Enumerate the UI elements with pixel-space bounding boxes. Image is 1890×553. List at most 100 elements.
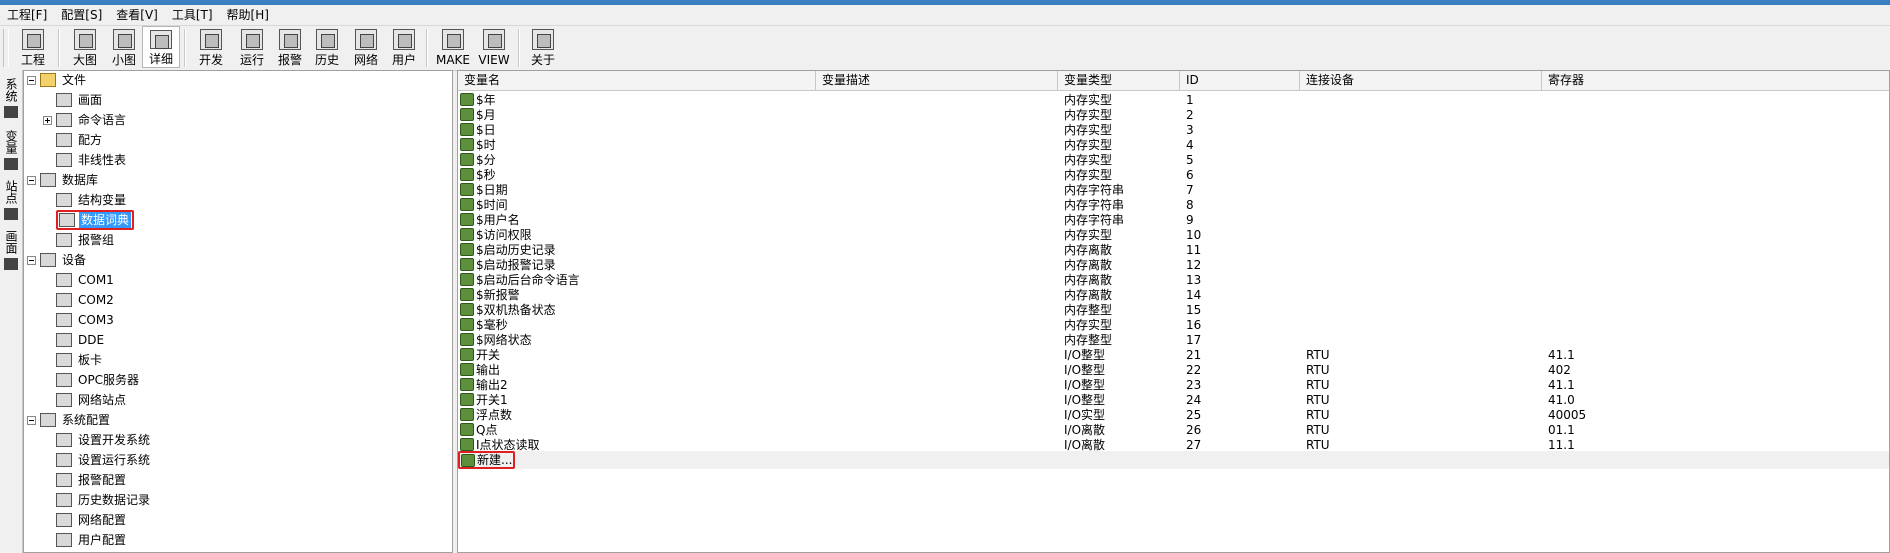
column-header-device[interactable]: 连接设备	[1300, 71, 1542, 90]
collapse-minus-icon[interactable]	[27, 75, 36, 85]
tree-item[interactable]: 非线性表	[43, 150, 128, 170]
tree-item[interactable]: 设备	[27, 250, 88, 270]
tree-item[interactable]: 报警配置	[43, 470, 128, 490]
project-icon	[22, 29, 44, 50]
variable-tag-icon	[460, 423, 474, 436]
variable-tag-icon	[460, 273, 474, 286]
tree-item-label: 数据库	[62, 173, 99, 187]
tree-item[interactable]: 历史数据记录	[43, 490, 152, 510]
tree-item[interactable]: 设置开发系统	[43, 430, 152, 450]
variable-name: $分	[476, 153, 496, 167]
nonlinear-table-icon	[56, 153, 72, 167]
run-icon	[241, 29, 263, 50]
toolbar-button-7[interactable]: 报警	[272, 26, 308, 68]
tree-item[interactable]: 网络站点	[43, 390, 128, 410]
toolbar-button-13[interactable]: 关于	[524, 26, 562, 68]
tree-item[interactable]: COM1	[43, 270, 116, 290]
toolbar-button-label: 开发	[198, 53, 223, 67]
toolbar-button-11[interactable]: MAKE	[432, 26, 474, 68]
tree-item[interactable]: 画面	[43, 90, 104, 110]
column-header-name[interactable]: 变量名	[458, 71, 816, 90]
tree-item-label: 设备	[62, 253, 87, 267]
menu-item[interactable]: 配置[S]	[54, 5, 109, 25]
variable-tag-icon	[460, 393, 474, 406]
toolbar-button-6[interactable]: 运行	[232, 26, 272, 68]
tree-item[interactable]: 报警组	[43, 230, 116, 250]
variable-tag-icon	[460, 198, 474, 211]
new-variable-label: 新建...	[477, 453, 513, 467]
tree-item[interactable]: 系统配置	[27, 410, 112, 430]
variable-tag-icon	[460, 243, 474, 256]
tree-item[interactable]: 设置运行系统	[43, 450, 152, 470]
side-tab-3[interactable]: 站点	[2, 180, 20, 220]
toolbar-button-12[interactable]: VIEW	[474, 26, 514, 68]
tree-item[interactable]: COM3	[43, 310, 116, 330]
column-header-description[interactable]: 变量描述	[816, 71, 1058, 90]
toolbar-button-4[interactable]: 详细	[142, 26, 180, 68]
dde-icon	[56, 333, 72, 347]
toolbar-button-9[interactable]: 网络	[346, 26, 386, 68]
collapse-minus-icon[interactable]	[27, 175, 36, 185]
toolbar-button-label: 报警	[277, 53, 302, 67]
small-icons-icon	[113, 29, 135, 50]
variable-tag-icon	[460, 408, 474, 421]
variable-tag-icon	[460, 318, 474, 331]
tree-item[interactable]: COM2	[43, 290, 116, 310]
large-icons-icon	[74, 29, 96, 50]
column-header-type[interactable]: 变量类型	[1058, 71, 1180, 90]
toolbar-button-8[interactable]: 历史	[308, 26, 346, 68]
side-tab-4[interactable]: 画面	[2, 230, 20, 270]
tree-item-label: 报警配置	[78, 473, 127, 487]
variable-name: $启动报警记录	[476, 258, 556, 272]
menu-item[interactable]: 查看[V]	[109, 5, 165, 25]
toolbar-button-2[interactable]: 大图	[64, 26, 106, 68]
new-variable-row[interactable]: 新建...	[458, 451, 1889, 469]
side-tab-1[interactable]: 系统	[2, 78, 20, 118]
history-record-icon	[56, 493, 72, 507]
tree-item[interactable]: 板卡	[43, 350, 104, 370]
menu-item[interactable]: 帮助[H]	[220, 5, 276, 25]
about-icon	[532, 29, 554, 50]
toolbar-button-5[interactable]: 开发	[190, 26, 232, 68]
toolbar-button-label: 历史	[314, 53, 339, 67]
toolbar-button-1[interactable]: 工程	[12, 26, 54, 68]
variable-name: Q点	[476, 423, 498, 437]
tree-item[interactable]: OPC服务器	[43, 370, 141, 390]
menu-item[interactable]: 工具[T]	[165, 5, 220, 25]
variable-tag-icon	[460, 303, 474, 316]
tree-item-label: COM3	[78, 313, 114, 327]
tree-item-label: OPC服务器	[78, 373, 140, 387]
side-tab-strip: 系统 变量 站点 画面	[0, 70, 23, 553]
tree-item[interactable]: DDE	[43, 330, 106, 350]
tree-item[interactable]: 网络配置	[43, 510, 128, 530]
tree-item-label: 非线性表	[78, 153, 127, 167]
tree-item-label: 网络配置	[78, 513, 127, 527]
tree-item[interactable]: 数据库	[27, 170, 100, 190]
com-port-icon	[56, 293, 72, 307]
side-tab-label: 画面	[4, 230, 18, 254]
tree-item[interactable]: 用户配置	[43, 530, 128, 550]
side-tab-2[interactable]: 变量	[2, 130, 20, 170]
variable-name: I点状态读取	[476, 438, 540, 452]
collapse-minus-icon[interactable]	[27, 415, 36, 425]
column-header-id[interactable]: ID	[1180, 71, 1300, 90]
expand-plus-icon[interactable]	[43, 115, 52, 125]
tree-item[interactable]: 数据词典	[43, 210, 135, 230]
tree-item[interactable]: 文件	[27, 71, 88, 90]
variable-name: $启动后台命令语言	[476, 273, 580, 287]
tree-item[interactable]: 配方	[43, 130, 104, 150]
tree-item-label: 用户配置	[78, 533, 127, 547]
tree-item[interactable]: 命令语言	[43, 110, 128, 130]
project-tree: 文件 画面 命令语言 配方非线性表数据库结构变量 数据词典 报警组设备 COM1 COM2 CO…	[23, 70, 453, 553]
menu-item[interactable]: 工程[F]	[0, 5, 54, 25]
toolbar-button-10[interactable]: 用户	[386, 26, 422, 68]
toolbar-button-3[interactable]: 小图	[106, 26, 142, 68]
collapse-minus-icon[interactable]	[27, 255, 36, 265]
screen-icon	[56, 93, 72, 107]
toolbar-button-label: MAKE	[435, 53, 470, 67]
column-header-register[interactable]: 寄存器	[1542, 71, 1889, 90]
tree-item[interactable]: 结构变量	[43, 190, 128, 210]
side-tab-icon	[4, 208, 18, 220]
new-variable-cell[interactable]: 新建...	[458, 451, 518, 469]
alarm-config-icon	[56, 473, 72, 487]
